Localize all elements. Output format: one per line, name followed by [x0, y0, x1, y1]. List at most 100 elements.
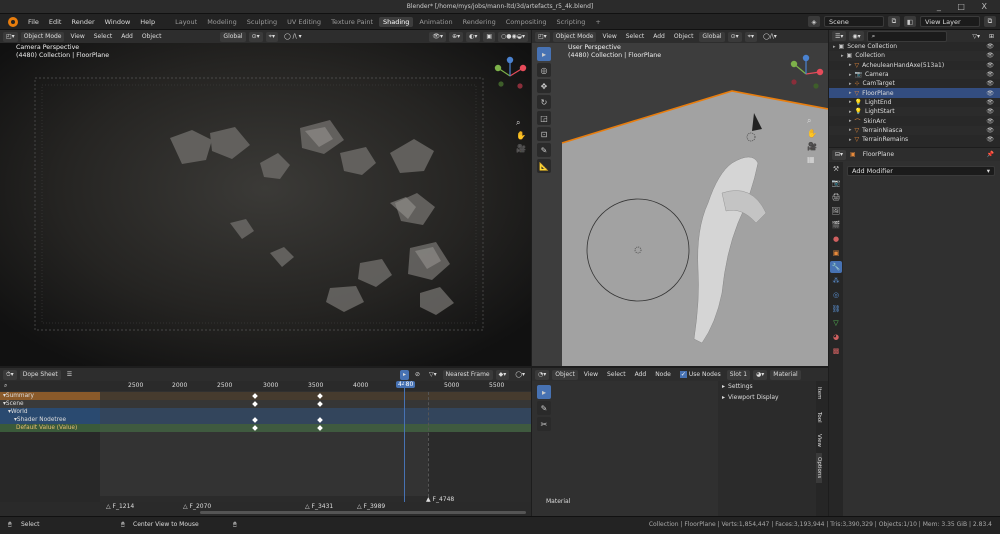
pan-hand-icon[interactable]: ✋	[807, 129, 817, 138]
tab-modeling[interactable]: Modeling	[203, 17, 241, 27]
expand-triangle-icon[interactable]: ▸	[849, 127, 852, 133]
outliner-row[interactable]: ▸ ▽ FloorPlane 👁	[829, 88, 1000, 98]
menu-help[interactable]: Help	[136, 17, 159, 27]
material-browse-icon[interactable]: ◕▾	[753, 369, 768, 380]
editor-type-icon[interactable]: ⏱▾	[3, 369, 17, 380]
data-tab-icon[interactable]: ▽	[830, 317, 842, 329]
snap-dropdown[interactable]: Nearest Frame	[442, 369, 493, 380]
hamburger-icon[interactable]: ☰	[64, 370, 75, 380]
outliner-row[interactable]: ▸ ⌒ SkinArc 👁	[829, 116, 1000, 126]
menu-select[interactable]: Select	[91, 32, 116, 42]
horizontal-scrollbar[interactable]	[200, 511, 526, 514]
zoom-icon[interactable]: ⌕	[807, 116, 811, 126]
world-tab-icon[interactable]: ●	[830, 233, 842, 245]
select-tool-icon[interactable]: ▸	[537, 47, 551, 61]
expand-triangle-icon[interactable]: ▸	[849, 81, 852, 87]
only-selected-icon[interactable]: ▸	[399, 369, 409, 380]
channel-shader-nodetree[interactable]: ▾ Shader Nodetree	[0, 416, 100, 424]
scene-browse-icon[interactable]: ◈	[808, 16, 820, 27]
tool-tab-icon[interactable]: ⚒	[830, 163, 842, 175]
channel-summary[interactable]: ▾ Summary	[0, 392, 100, 400]
constraints-tab-icon[interactable]: ⛓	[830, 303, 842, 315]
tab-texture-paint[interactable]: Texture Paint	[327, 17, 377, 27]
material-tab-icon[interactable]: ◕	[830, 331, 842, 343]
transform-orientation[interactable]: Global	[220, 31, 246, 42]
menu-object[interactable]: Object	[139, 32, 165, 42]
outliner-row[interactable]: ▸ ▽ TerrainRemains 👁	[829, 135, 1000, 144]
menu-render[interactable]: Render	[67, 17, 98, 27]
pivot-icon[interactable]: ⊙▾	[248, 31, 263, 42]
search-icon[interactable]: ⌕	[4, 382, 7, 390]
filter-icon[interactable]: ▽▾	[426, 370, 440, 380]
menu-select[interactable]: Select	[623, 32, 648, 42]
physics-tab-icon[interactable]: ◎	[830, 289, 842, 301]
keyframe-area[interactable]	[100, 381, 531, 502]
editor-type-icon[interactable]: ◰▾	[535, 31, 550, 42]
shader-type-dropdown[interactable]: Object	[552, 369, 578, 380]
eye-icon[interactable]: 👁	[986, 80, 994, 87]
add-modifier-dropdown[interactable]: Add Modifier ▾	[847, 166, 995, 176]
menu-add[interactable]: Add	[632, 370, 650, 380]
proportional-icon[interactable]: ◯▾	[512, 370, 528, 380]
eye-icon[interactable]: 👁	[986, 71, 994, 78]
expand-triangle-icon[interactable]: ▸	[833, 44, 836, 50]
marker-f3431[interactable]: △ F_3431	[305, 503, 333, 510]
tab-tool[interactable]: Tool	[816, 405, 822, 429]
pin-icon[interactable]: 📌	[984, 150, 997, 160]
tab-scripting[interactable]: Scripting	[553, 17, 590, 27]
eye-icon[interactable]: 👁	[986, 62, 994, 69]
key-type-icon[interactable]: ◆▾	[495, 369, 510, 380]
camera-view-icon[interactable]: 🎥	[516, 144, 526, 153]
outliner-row[interactable]: ▸ 📷 Camera 👁	[829, 69, 1000, 80]
tab-compositing[interactable]: Compositing	[502, 17, 551, 27]
tab-shading[interactable]: Shading	[379, 17, 414, 27]
outliner-editor-icon[interactable]: ☰▾	[832, 31, 847, 41]
proportional-icon[interactable]: ◯/\▾	[760, 32, 780, 42]
use-nodes-checkbox[interactable]: ✓ Use Nodes	[677, 370, 724, 380]
expand-triangle-icon[interactable]: ▸	[849, 62, 852, 68]
eye-icon[interactable]: 👁	[986, 108, 994, 115]
view-layer-browse-icon[interactable]: ◧	[904, 16, 916, 27]
navigation-gizmo-icon[interactable]	[786, 54, 826, 94]
eye-icon[interactable]: 👁	[986, 43, 994, 50]
menu-add[interactable]: Add	[118, 32, 136, 42]
tab-options[interactable]: Options	[816, 453, 822, 483]
expand-triangle-icon[interactable]: ▸	[849, 99, 852, 105]
tab-view[interactable]: View	[816, 429, 822, 453]
properties-editor-icon[interactable]: ⊟▾	[832, 149, 847, 160]
menu-file[interactable]: File	[24, 17, 43, 27]
menu-add[interactable]: Add	[650, 32, 668, 42]
slot-dropdown[interactable]: Slot 1	[726, 369, 751, 380]
object-tab-icon[interactable]: ▣	[830, 247, 842, 259]
user-viewport[interactable]: ◰▾ Object Mode View Select Add Object Gl…	[532, 30, 828, 366]
visibility-icon[interactable]: 👁▾	[429, 31, 447, 42]
render-tab-icon[interactable]: 📷	[830, 177, 842, 189]
panel-settings[interactable]: ▸ Settings	[718, 381, 816, 392]
menu-object[interactable]: Object	[671, 32, 697, 42]
texture-tab-icon[interactable]: ▩	[830, 345, 842, 357]
shading-modes-icon[interactable]: ○●◉◒▾	[498, 31, 528, 42]
outliner-row[interactable]: ▸ ▣ Scene Collection 👁	[829, 42, 1000, 51]
outliner-row[interactable]: ▸ ▽ TerrainNiasca 👁	[829, 125, 1000, 135]
scale-tool-icon[interactable]: ◲	[537, 111, 551, 125]
outliner-row[interactable]: ▸ ▽ AcheuleanHandAxe(513a1) 👁	[829, 61, 1000, 70]
rotate-tool-icon[interactable]: ↻	[537, 95, 551, 109]
dope-sheet-mode[interactable]: Dope Sheet	[19, 369, 61, 380]
camera-view-icon[interactable]: 🎥	[807, 142, 817, 151]
expand-triangle-icon[interactable]: ▸	[849, 72, 852, 78]
eye-icon[interactable]: 👁	[986, 52, 994, 59]
expand-triangle-icon[interactable]: ▸	[849, 137, 852, 143]
transform-orientation[interactable]: Global	[699, 31, 725, 42]
snap-icon[interactable]: ⌖▾	[265, 31, 278, 42]
menu-view[interactable]: View	[581, 370, 601, 380]
marker-f3989[interactable]: △ F_3989	[357, 503, 385, 510]
navigation-gizmo-icon[interactable]	[490, 56, 530, 96]
material-field[interactable]: Material	[770, 369, 801, 380]
blender-logo-icon[interactable]	[8, 17, 18, 27]
transform-tool-icon[interactable]: ⊡	[537, 127, 551, 141]
menu-view[interactable]: View	[599, 32, 619, 42]
menu-select[interactable]: Select	[604, 370, 629, 380]
channel-world[interactable]: ▾ World	[0, 408, 100, 416]
ortho-grid-icon[interactable]: ▦	[807, 155, 815, 164]
mode-dropdown[interactable]: Object Mode	[20, 31, 65, 42]
